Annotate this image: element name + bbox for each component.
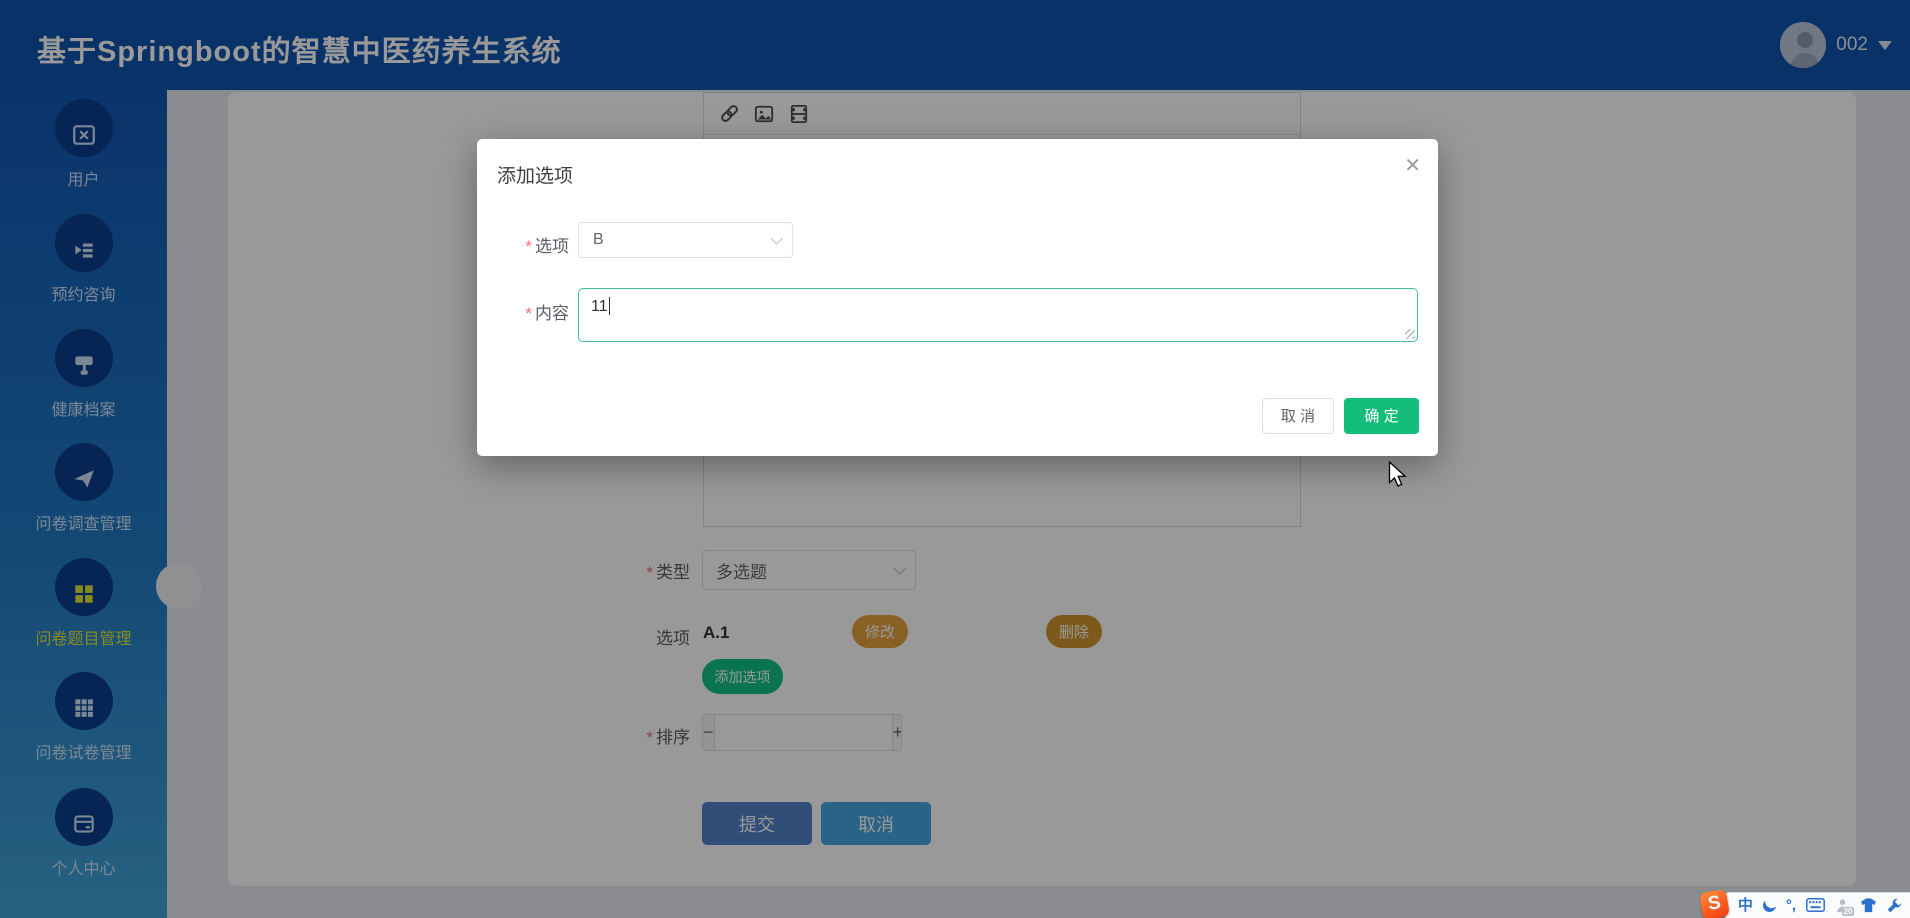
dialog-title: 添加选项 — [497, 166, 574, 187]
mouse-cursor — [1388, 460, 1408, 494]
resize-grip[interactable] — [1405, 329, 1415, 339]
dialog-confirm-button[interactable]: 确 定 — [1344, 398, 1419, 434]
close-icon[interactable]: ✕ — [1404, 156, 1421, 176]
ime-settings-wrench-icon[interactable] — [1887, 898, 1902, 913]
required-asterisk: * — [525, 237, 532, 256]
dialog-option-select[interactable]: B — [578, 222, 793, 258]
dialog-cancel-button[interactable]: 取 消 — [1262, 398, 1334, 434]
ime-skin-icon[interactable] — [1860, 897, 1877, 913]
ime-tray: 中 °, 20 — [1724, 891, 1910, 918]
dialog-option-label: * 选项 — [525, 237, 569, 256]
chevron-down-icon — [770, 231, 783, 245]
modal-backdrop[interactable] — [0, 0, 1910, 918]
ime-toolbar: S 中 °, 20 — [1698, 889, 1910, 918]
sogou-logo-icon[interactable]: S — [1698, 889, 1730, 918]
ime-keyboard-icon[interactable] — [1806, 898, 1825, 912]
text-caret — [608, 297, 610, 315]
ime-chinese-mode-icon[interactable]: 中 — [1738, 898, 1753, 913]
dialog-content-text: 11 — [591, 298, 608, 315]
app-window: 基于Springboot的智慧中医药养生系统 002 用户 预约咨询 健康档案 … — [0, 0, 1910, 918]
required-asterisk: * — [525, 304, 532, 323]
ime-wordcount-icon[interactable]: 20 — [1835, 898, 1854, 916]
ime-punctuation-icon[interactable]: °, — [1786, 898, 1796, 913]
dialog-content-textarea[interactable]: 11 — [578, 288, 1418, 342]
ime-moon-icon[interactable] — [1763, 899, 1776, 912]
add-option-dialog: 添加选项 ✕ * 选项 B * 内容 11 取 消 确 定 — [477, 139, 1438, 456]
dialog-content-label: * 内容 — [525, 304, 569, 323]
dialog-option-select-value: B — [593, 231, 604, 248]
